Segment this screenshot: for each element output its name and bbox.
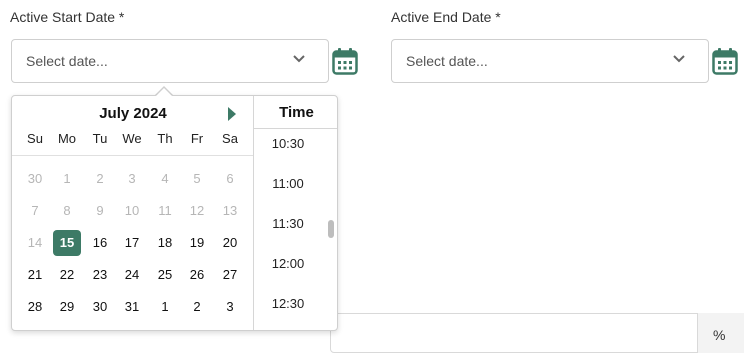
- percentage-input[interactable]: [330, 313, 744, 353]
- day-cell[interactable]: 19: [183, 230, 211, 256]
- time-option[interactable]: 12:30: [254, 296, 322, 311]
- day-cell[interactable]: 29: [53, 294, 81, 320]
- day-cell[interactable]: 18: [151, 230, 179, 256]
- weekday-header: Tu: [92, 131, 108, 146]
- day-cell[interactable]: 30: [86, 294, 114, 320]
- day-cell[interactable]: 27: [216, 262, 244, 288]
- popup-arrow-fill: [155, 88, 173, 97]
- weekday-header: Mo: [57, 131, 77, 146]
- day-cell[interactable]: 25: [151, 262, 179, 288]
- day-cell: 5: [193, 171, 201, 186]
- day-cell[interactable]: 17: [118, 230, 146, 256]
- day-cell[interactable]: 28: [21, 294, 49, 320]
- weekday-header: Sa: [222, 131, 238, 146]
- day-cell[interactable]: 26: [183, 262, 211, 288]
- datepicker-popup: July 2024 Su Mo Tu We Th Fr Sa 30 1 2 3 …: [11, 95, 338, 331]
- day-cell: 6: [226, 171, 234, 186]
- day-cell[interactable]: 20: [216, 230, 244, 256]
- end-date-placeholder: Select date...: [406, 53, 488, 69]
- start-date-label: Active Start Date *: [10, 9, 125, 25]
- day-cell[interactable]: 16: [86, 230, 114, 256]
- day-cell-selected[interactable]: 15: [53, 230, 81, 256]
- calendar-icon[interactable]: [332, 47, 358, 75]
- day-cell: 7: [31, 203, 39, 218]
- day-cell: 1: [63, 171, 71, 186]
- weekday-divider: [12, 155, 253, 156]
- chevron-down-icon: [673, 55, 685, 63]
- day-cell[interactable]: 23: [86, 262, 114, 288]
- calendar-icon[interactable]: [712, 47, 738, 75]
- day-cell[interactable]: 31: [118, 294, 146, 320]
- day-cell: 13: [222, 203, 238, 218]
- day-cell: 4: [161, 171, 169, 186]
- day-cell: 3: [128, 171, 136, 186]
- day-cell: 11: [158, 203, 172, 218]
- time-option[interactable]: 11:00: [254, 176, 322, 191]
- day-cell[interactable]: 21: [21, 262, 49, 288]
- next-month-icon[interactable]: [228, 107, 236, 121]
- day-cell[interactable]: 3: [216, 294, 244, 320]
- start-date-select[interactable]: Select date...: [11, 39, 329, 83]
- day-cell[interactable]: 24: [118, 262, 146, 288]
- day-cell: 2: [96, 171, 104, 186]
- day-cell[interactable]: 1: [151, 294, 179, 320]
- end-date-label: Active End Date *: [391, 9, 501, 25]
- day-cell: 9: [96, 203, 104, 218]
- month-title: July 2024: [99, 105, 167, 122]
- start-date-placeholder: Select date...: [26, 53, 108, 69]
- time-header: Time: [254, 96, 337, 129]
- day-cell[interactable]: 2: [183, 294, 211, 320]
- day-cell: 30: [27, 171, 43, 186]
- time-option[interactable]: 10:30: [254, 136, 322, 151]
- percent-addon: %: [697, 313, 744, 353]
- time-scrollbar-thumb[interactable]: [328, 220, 334, 238]
- time-option[interactable]: 11:30: [254, 216, 322, 231]
- day-cell: 14: [27, 235, 43, 250]
- day-cell: 12: [189, 203, 205, 218]
- weekday-header: We: [122, 131, 142, 146]
- day-cell: 8: [63, 203, 71, 218]
- weekday-header: Th: [157, 131, 173, 146]
- day-cell[interactable]: 22: [53, 262, 81, 288]
- day-cell: 10: [124, 203, 140, 218]
- time-option[interactable]: 12:00: [254, 256, 322, 271]
- weekday-header: Fr: [190, 131, 204, 146]
- percent-symbol: %: [713, 327, 726, 343]
- end-date-select[interactable]: Select date...: [391, 39, 709, 83]
- chevron-down-icon: [293, 55, 305, 63]
- weekday-header: Su: [27, 131, 43, 146]
